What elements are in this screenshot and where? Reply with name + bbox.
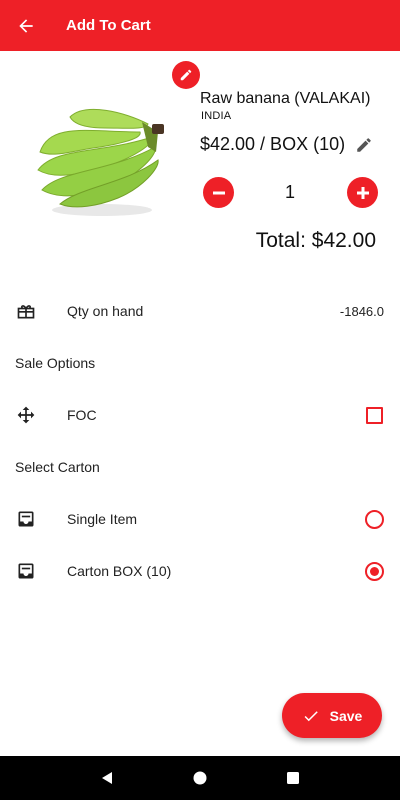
save-button[interactable]: Save	[282, 693, 382, 738]
page-title: Add To Cart	[66, 17, 151, 34]
foc-checkbox[interactable]	[366, 406, 383, 424]
app-bar: Add To Cart	[0, 0, 400, 51]
edit-image-button[interactable]	[172, 61, 200, 89]
product-image	[30, 92, 170, 222]
sale-options-heading: Sale Options	[15, 355, 96, 371]
carton-option-single-item[interactable]: Single Item	[0, 499, 400, 539]
carton-option-carton-box[interactable]: Carton BOX (10)	[0, 551, 400, 591]
product-price: $42.00 / BOX (10)	[200, 134, 346, 154]
product-name: Raw banana (VALAKAI)	[200, 90, 371, 107]
recents-square-icon	[287, 772, 300, 784]
decrease-quantity-button[interactable]	[203, 177, 234, 208]
qty-on-hand-value: -1846.0	[339, 303, 384, 319]
product-origin: INDIA	[201, 110, 232, 122]
select-carton-heading: Select Carton	[15, 459, 100, 475]
price-row: $42.00 / BOX (10)	[200, 134, 374, 155]
home-circle-icon	[193, 771, 207, 785]
inbox-tray-icon	[15, 508, 37, 530]
plus-icon	[356, 186, 369, 199]
increase-quantity-button[interactable]	[347, 177, 378, 208]
gift-box-icon	[15, 300, 37, 322]
single-item-label: Single Item	[67, 511, 138, 527]
system-back-button[interactable]	[87, 756, 127, 800]
pencil-icon	[180, 69, 192, 81]
back-triangle-icon	[101, 772, 112, 784]
edit-price-button[interactable]	[354, 135, 374, 155]
qty-on-hand-label: Qty on hand	[67, 303, 144, 319]
foc-label: FOC	[67, 407, 97, 423]
quantity-value: 1	[284, 182, 295, 202]
back-button[interactable]	[0, 0, 52, 51]
single-item-radio[interactable]	[365, 509, 384, 529]
checkmark-icon	[304, 710, 318, 721]
minus-icon	[212, 191, 225, 194]
radio-selected-dot	[370, 566, 379, 576]
carton-box-label: Carton BOX (10)	[67, 563, 172, 579]
carton-box-radio[interactable]	[365, 561, 384, 581]
pencil-icon	[357, 137, 371, 152]
qty-on-hand-row: Qty on hand -1846.0	[0, 291, 400, 331]
save-button-label: Save	[329, 707, 363, 724]
total-price: Total: $42.00	[255, 229, 376, 252]
arrow-left-icon	[19, 18, 33, 33]
move-arrows-icon	[15, 404, 37, 426]
system-home-button[interactable]	[180, 756, 220, 800]
foc-row[interactable]: FOC	[0, 395, 400, 435]
system-nav-bar	[0, 756, 400, 800]
inbox-tray-icon	[15, 560, 37, 582]
system-recents-button[interactable]	[273, 756, 313, 800]
